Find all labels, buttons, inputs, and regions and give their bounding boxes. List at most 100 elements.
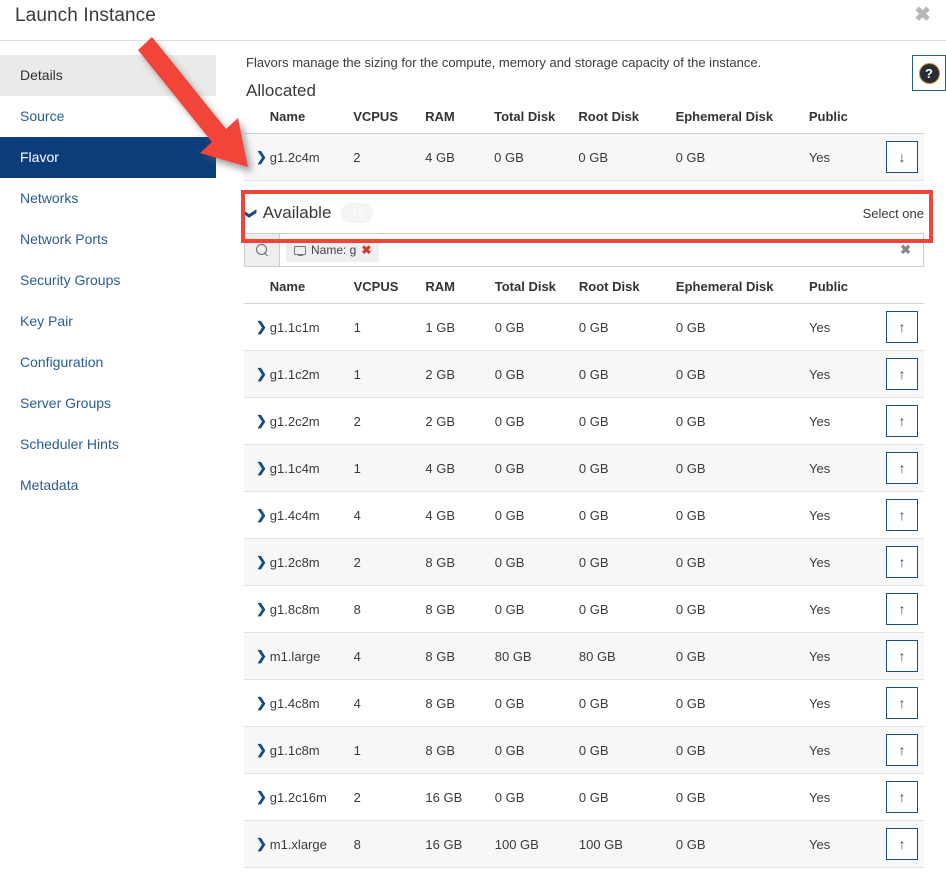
chevron-right-icon[interactable]: ❯ <box>244 413 267 429</box>
chevron-right-icon[interactable]: ❯ <box>244 789 267 805</box>
table-row[interactable]: ❯ g1.1c4m 1 4 GB 0 GB 0 GB 0 GB Yes ↑ <box>244 444 924 492</box>
table-row[interactable]: ❯ g1.1c2m 1 2 GB 0 GB 0 GB 0 GB Yes ↑ <box>244 350 924 398</box>
cell-vcpus: 4 <box>353 507 361 523</box>
chevron-right-icon[interactable]: ❯ <box>244 601 267 617</box>
sidebar-item-scheduler-hints[interactable]: Scheduler Hints <box>0 424 216 465</box>
column-header-public[interactable]: Public <box>809 275 870 304</box>
sidebar-item-security-groups[interactable]: Security Groups <box>0 260 216 301</box>
clear-filters-icon[interactable]: ✖ <box>900 242 911 258</box>
table-row[interactable]: ❯ g1.1c1m 1 1 GB 0 GB 0 GB 0 GB Yes ↑ <box>244 303 924 351</box>
row-expand-cell[interactable]: ❯ <box>244 680 270 727</box>
row-expand-cell[interactable]: ❯ <box>244 304 270 351</box>
cell-ram: 4 GB <box>425 507 456 523</box>
row-expand-cell[interactable]: ❯ <box>244 821 270 868</box>
chevron-right-icon[interactable]: ❯ <box>244 366 267 382</box>
column-header-total-disk[interactable]: Total Disk <box>494 105 579 134</box>
cell-name: m1.large <box>269 648 321 664</box>
cell-public: Yes <box>809 460 831 476</box>
allocate-flavor-button[interactable]: ↑ <box>886 828 918 860</box>
filter-chip-name[interactable]: Name: g ✖ <box>286 238 380 262</box>
allocate-flavor-button[interactable]: ↑ <box>886 546 918 578</box>
column-header-vcpus[interactable]: VCPUS <box>353 105 426 134</box>
sidebar-item-label: Metadata <box>20 477 79 493</box>
row-expand-cell[interactable]: ❯ <box>244 727 270 774</box>
row-expand-cell[interactable]: ❯ <box>244 445 270 492</box>
row-action-cell: ↑ <box>869 633 924 680</box>
row-action-cell: ↑ <box>869 680 924 727</box>
allocate-flavor-button[interactable]: ↑ <box>886 734 918 766</box>
chevron-right-icon[interactable]: ❯ <box>244 648 267 664</box>
row-expand-cell[interactable]: ❯ <box>244 351 270 398</box>
cell-name: g1.2c16m <box>269 789 327 805</box>
allocate-flavor-button[interactable]: ↑ <box>886 499 918 531</box>
column-header-total-disk[interactable]: Total Disk <box>494 275 579 304</box>
sidebar-item-configuration[interactable]: Configuration <box>0 342 216 383</box>
table-row[interactable]: ❯ g1.1c8m 1 8 GB 0 GB 0 GB 0 GB Yes ↑ <box>244 726 924 774</box>
row-expand-cell[interactable]: ❯ <box>244 398 270 445</box>
chevron-right-icon[interactable]: ❯ <box>244 554 267 570</box>
cell-ephemeral-disk: 0 GB <box>675 695 706 711</box>
column-header-ram[interactable]: RAM <box>425 275 495 304</box>
sidebar-item-server-groups[interactable]: Server Groups <box>0 383 216 424</box>
allocate-flavor-button[interactable]: ↑ <box>886 640 918 672</box>
column-header-root-disk[interactable]: Root Disk <box>578 275 676 304</box>
allocate-flavor-button[interactable]: ↑ <box>886 358 918 390</box>
column-header-ram[interactable]: RAM <box>425 105 495 134</box>
table-row[interactable]: ❯ g1.2c8m 2 8 GB 0 GB 0 GB 0 GB Yes ↑ <box>244 538 924 586</box>
table-row[interactable]: ❯ g1.2c16m 2 16 GB 0 GB 0 GB 0 GB Yes ↑ <box>244 773 924 821</box>
column-header-name[interactable]: Name <box>269 275 354 304</box>
allocate-flavor-button[interactable]: ↑ <box>886 687 918 719</box>
column-header-root-disk[interactable]: Root Disk <box>578 105 676 134</box>
sidebar-item-source[interactable]: Source <box>0 96 216 137</box>
chevron-right-icon[interactable]: ❯ <box>244 460 267 476</box>
deallocate-flavor-button[interactable]: ↓ <box>886 141 918 173</box>
allocate-flavor-button[interactable]: ↑ <box>886 311 918 343</box>
column-header-vcpus[interactable]: VCPUS <box>353 275 426 304</box>
sidebar-item-label: Networks <box>20 190 79 206</box>
allocated-title: Allocated <box>246 81 316 100</box>
chevron-right-icon[interactable]: ❯ <box>244 319 267 335</box>
sidebar-item-network-ports[interactable]: Network Ports <box>0 219 216 260</box>
sidebar-item-details[interactable]: Details <box>0 55 216 96</box>
row-expand-cell[interactable]: ❯ <box>244 774 270 821</box>
chevron-right-icon[interactable]: ❯ <box>244 742 267 758</box>
column-header-public[interactable]: Public <box>808 105 870 134</box>
sidebar-item-flavor[interactable]: Flavor <box>0 137 216 178</box>
row-expand-cell[interactable]: ❯ <box>244 134 270 181</box>
sidebar-item-metadata[interactable]: Metadata <box>0 465 216 506</box>
row-expand-cell[interactable]: ❯ <box>244 539 270 586</box>
table-row[interactable]: ❯ m1.xlarge 8 16 GB 100 GB 100 GB 0 GB Yes ↑ <box>244 820 924 868</box>
chevron-right-icon[interactable]: ❯ <box>244 149 267 165</box>
allocate-flavor-button[interactable]: ↑ <box>886 781 918 813</box>
cell-root-disk: 0 GB <box>578 149 608 165</box>
cell-total-disk: 0 GB <box>494 554 525 570</box>
launch-instance-dialog: Launch Instance ✖ Details Source Flavor Net… <box>0 0 946 875</box>
cell-root-disk: 80 GB <box>578 648 616 664</box>
sidebar-item-key-pair[interactable]: Key Pair <box>0 301 216 342</box>
search-icon[interactable] <box>245 234 280 266</box>
filter-bar[interactable]: Name: g ✖ ✖ <box>244 233 924 267</box>
row-expand-cell[interactable]: ❯ <box>244 492 270 539</box>
close-icon[interactable]: ✖ <box>361 243 371 257</box>
column-header-ephemeral-disk[interactable]: Ephemeral Disk <box>675 105 809 134</box>
chevron-down-icon[interactable]: ❯ <box>241 207 258 219</box>
cell-name: g1.4c4m <box>269 507 320 523</box>
chevron-right-icon[interactable]: ❯ <box>244 836 267 852</box>
chevron-right-icon[interactable]: ❯ <box>244 507 267 523</box>
table-row[interactable]: ❯ g1.8c8m 8 8 GB 0 GB 0 GB 0 GB Yes ↑ <box>244 585 924 633</box>
column-header-name[interactable]: Name <box>269 105 354 134</box>
table-row[interactable]: ❯ g1.4c8m 4 8 GB 0 GB 0 GB 0 GB Yes ↑ <box>244 679 924 727</box>
table-row[interactable]: ❯ g1.4c4m 4 4 GB 0 GB 0 GB 0 GB Yes ↑ <box>244 491 924 539</box>
allocate-flavor-button[interactable]: ↑ <box>886 593 918 625</box>
allocate-flavor-button[interactable]: ↑ <box>886 452 918 484</box>
row-expand-cell[interactable]: ❯ <box>244 586 270 633</box>
table-row[interactable]: ❯ m1.large 4 8 GB 80 GB 80 GB 0 GB Yes ↑ <box>244 632 924 680</box>
table-row[interactable]: ❯ g1.2c4m 2 4 GB 0 GB 0 GB 0 GB Yes ↓ <box>244 133 924 181</box>
sidebar-item-networks[interactable]: Networks <box>0 178 216 219</box>
close-icon[interactable]: ✖ <box>912 3 933 27</box>
row-expand-cell[interactable]: ❯ <box>244 633 270 680</box>
allocate-flavor-button[interactable]: ↑ <box>886 405 918 437</box>
chevron-right-icon[interactable]: ❯ <box>244 695 267 711</box>
column-header-ephemeral-disk[interactable]: Ephemeral Disk <box>675 275 810 304</box>
table-row[interactable]: ❯ g1.2c2m 2 2 GB 0 GB 0 GB 0 GB Yes ↑ <box>244 397 924 445</box>
